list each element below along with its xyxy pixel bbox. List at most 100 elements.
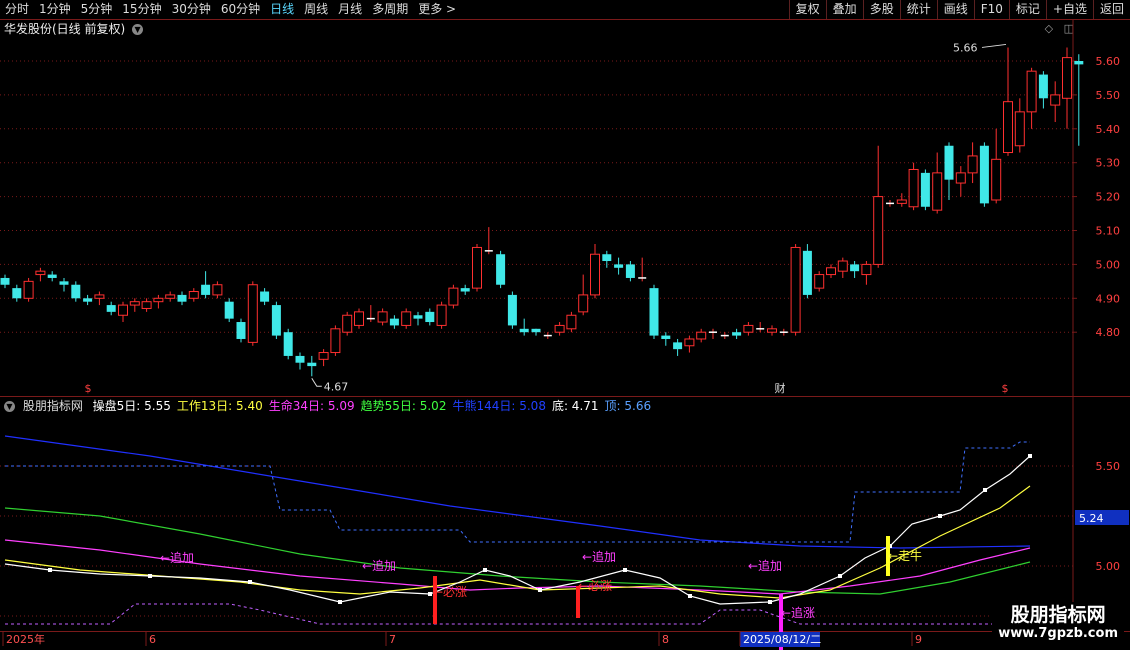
candle-up [837,260,848,272]
indicator-value-1: 工作13日: 5.40 [176,399,263,413]
candle-down [295,355,305,363]
signal-label-0: ←追加 [160,550,194,565]
candle-up [1014,111,1025,147]
candle-up [377,311,388,323]
high-price-label: 5.66 [953,41,978,54]
caopan-dot [428,592,432,596]
candle-up [23,280,34,299]
line-di [5,603,1030,625]
candle-up [188,291,199,299]
watermark-title: 股朋指标网 [1010,604,1106,626]
candlestick-chart[interactable]: 5.60 5.50 5.40 5.30 5.20 5.10 5.00 4.90 4.80 5.66… [0,0,1130,650]
chevron-down-icon[interactable]: ▼ [4,401,15,412]
caopan-dot [838,574,842,578]
price-tick-label: 5.30 [1096,157,1121,170]
candle-down [425,311,435,323]
candle-up [684,338,695,347]
candle-down [649,288,659,336]
candle-up [118,304,128,316]
candle-up [955,172,966,184]
candle-down [59,281,69,285]
indicator-header: ▼ 股朋指标网 操盘5日: 5.55 工作13日: 5.40 生命34日: 5.09… [4,398,663,414]
date-tick-label: 6 [149,633,156,646]
indicator-values: 操盘5日: 5.55 工作13日: 5.40 生命34日: 5.09 趋势55日: 5… [93,399,657,413]
candle-down [413,315,423,319]
candle-up [826,267,836,276]
signal-label-4: ←必涨 [578,578,612,593]
candle-down [71,284,81,299]
candle-down [271,305,281,336]
candle-down [802,250,812,295]
indicator-value-0: 操盘5日: 5.55 [92,399,171,413]
candle-down [1038,74,1048,99]
date-tick-label: 2025年 [6,632,45,646]
candle-up [129,301,140,306]
current-value-label: 5.24 [1079,512,1104,525]
candle-up [35,270,46,276]
caopan-dot [1028,454,1032,458]
price-tick-label: 5.40 [1096,123,1121,136]
candle-up [436,304,447,326]
candle-up [814,274,825,289]
candle-up [330,328,341,354]
signal-bar-bizhang-1 [433,576,437,624]
candle-down [83,298,93,302]
candle-down [283,332,293,356]
caopan-dot [688,594,692,598]
date-tick-label: 7 [389,633,396,646]
price-tick-label: 5.50 [1096,89,1121,102]
candle-up [932,172,943,211]
caopan-dot [248,580,252,584]
line-qushi-55 [4,507,1031,595]
candle-down [47,274,57,278]
caopan-dot [983,488,987,492]
candle-down [625,264,635,278]
candle-down [920,172,930,207]
caopan-dot [338,600,342,604]
candle-up [153,297,164,303]
candle-up [991,158,1002,201]
candle-up [967,155,978,174]
candle-up [873,196,884,265]
event-marker-2: $ [1002,382,1009,395]
candle-up [318,352,329,360]
candle-down [12,288,22,299]
candle-up [1062,57,1072,99]
candle-up [448,287,459,306]
candle-up [342,314,353,333]
candle-down [850,264,860,272]
candle-up [165,294,176,299]
candle-up [1003,101,1013,154]
candle-up [743,324,754,333]
signal-label-5: ←追加 [748,558,782,573]
indicator-tick-label: 5.50 [1096,460,1121,473]
candle-down [460,288,470,292]
candle-up [141,301,152,309]
signal-label-2: ←必涨 [433,584,467,599]
low-price-label: 4.67 [324,380,349,393]
candle-down [944,145,954,180]
caopan-dot [938,514,942,518]
candle-up [696,331,707,340]
candle-up [861,263,872,276]
price-tick-label: 4.90 [1096,292,1121,305]
candle-up [212,284,223,296]
indicator-value-5: 底: 4.71 [551,399,599,413]
candle-up [590,253,600,296]
signal-label-7: ←走牛 [888,548,922,563]
candle-down [177,294,187,302]
watermark-url: www.7gpzb.com [998,626,1118,641]
candle-down [979,145,989,204]
candle-down [307,362,317,367]
caopan-dot [48,568,52,572]
candle-up [247,284,258,343]
candle-down [0,277,10,285]
date-tick-label: 9 [915,633,922,646]
candle-up [790,246,801,333]
event-marker-1: 财 [775,381,786,395]
price-tick-label: 5.20 [1096,191,1121,204]
caopan-dot [623,568,627,572]
candle-down [531,328,541,333]
candle-down [507,294,517,326]
candle-down [260,291,270,302]
